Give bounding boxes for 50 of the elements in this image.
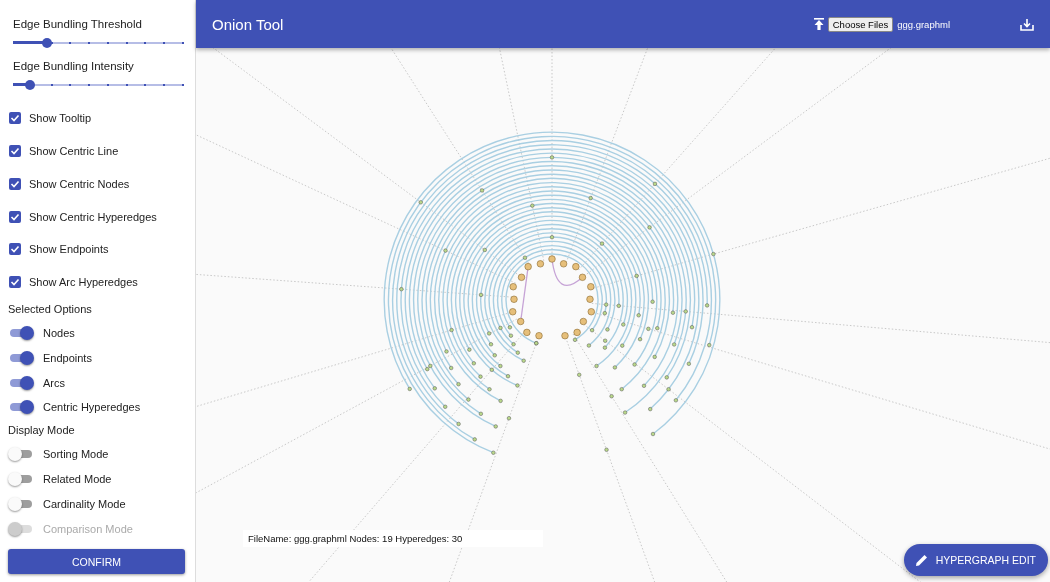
toggle-label: Nodes xyxy=(43,327,75,339)
check-icon xyxy=(10,277,20,288)
toggle-label: Comparison Mode xyxy=(43,522,133,535)
toggle-label: Sorting Mode xyxy=(43,448,109,461)
toggle-switch[interactable] xyxy=(8,472,34,487)
toggle-switch[interactable] xyxy=(8,350,34,365)
checkbox-label: Show Centric Nodes xyxy=(29,177,130,190)
toggle-switch[interactable] xyxy=(8,400,34,415)
section-title: Display Mode xyxy=(8,423,76,436)
check-icon xyxy=(10,211,20,222)
checkbox[interactable] xyxy=(9,276,21,289)
choose-files-button[interactable]: Choose Files xyxy=(827,16,894,32)
info-text: FileName: ggg.graphml Nodes: 19 Hyperedges: 30 xyxy=(243,530,543,547)
toggle-label: Endpoints xyxy=(43,351,92,364)
checkbox[interactable] xyxy=(9,112,21,125)
download-icon[interactable] xyxy=(1020,17,1034,31)
pencil-icon xyxy=(915,554,928,566)
toggle-switch[interactable] xyxy=(8,496,34,511)
check-icon xyxy=(10,178,20,189)
toggle-label: Related Mode xyxy=(43,473,112,486)
checkbox[interactable] xyxy=(9,210,21,223)
checkbox-label: Show Centric Hyperedges xyxy=(29,210,157,223)
toggle-switch[interactable] xyxy=(8,447,34,462)
hypergraph-edit-button[interactable]: HYPERGRAPH EDIT xyxy=(903,544,1048,576)
checkbox-label: Show Centric Line xyxy=(29,145,119,158)
slider-label: Edge Bundling Threshold xyxy=(13,18,143,30)
check-icon xyxy=(10,146,20,157)
slider[interactable] xyxy=(13,78,182,92)
slider-label: Edge Bundling Intensity xyxy=(13,60,135,72)
slider-thumb[interactable] xyxy=(24,80,35,90)
checkbox-label: Show Arc Hyperedges xyxy=(29,276,138,289)
app-title: Onion Tool xyxy=(212,15,285,33)
toggle-switch[interactable] xyxy=(8,375,34,390)
slider[interactable] xyxy=(13,36,182,50)
upload-icon xyxy=(813,18,824,30)
confirm-button[interactable]: CONFIRM xyxy=(8,549,185,575)
slider-thumb[interactable] xyxy=(41,38,52,48)
checkbox-label: Show Endpoints xyxy=(29,243,109,256)
checkbox[interactable] xyxy=(9,243,21,256)
file-name: ggg.graphml xyxy=(897,18,950,30)
toggle-label: Cardinality Mode xyxy=(43,497,126,510)
check-icon xyxy=(10,113,20,124)
checkbox[interactable] xyxy=(9,177,21,190)
checkbox-label: Show Tooltip xyxy=(29,112,92,125)
toggle-label: Centric Hyperedges xyxy=(43,401,141,414)
toggle-switch[interactable] xyxy=(8,326,34,340)
toggle-label: Arcs xyxy=(43,376,65,389)
checkbox[interactable] xyxy=(9,145,21,158)
check-icon xyxy=(10,244,20,255)
section-title: Selected Options xyxy=(8,302,93,315)
